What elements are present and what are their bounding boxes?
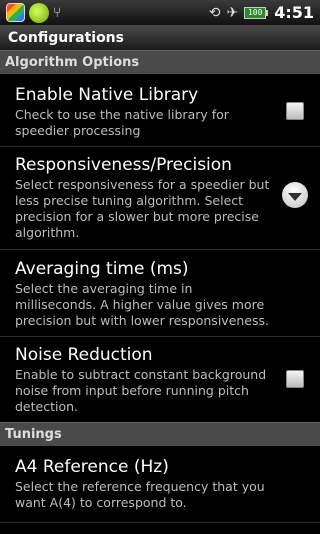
usb-icon: ⑂ <box>53 4 62 21</box>
battery-level: 100 <box>244 6 267 19</box>
green-app-icon <box>29 2 49 23</box>
airplane-icon: ✈ <box>226 4 239 21</box>
pref-summary: Select the reference frequency that you … <box>15 479 265 510</box>
pref-noise-reduction[interactable]: Noise Reduction Enable to subtract const… <box>0 344 320 415</box>
pref-summary: Enable to subtract constant background n… <box>15 367 267 414</box>
status-bar: ⑂ ⟲ ✈ 100 4:51 <box>0 0 320 25</box>
responsiveness-dropdown-button[interactable] <box>282 182 308 208</box>
chevron-down-icon <box>288 192 302 201</box>
pref-enable-native-library[interactable]: Enable Native Library Check to use the n… <box>0 84 320 139</box>
pref-averaging-time[interactable]: Averaging time (ms) Select the averaging… <box>0 258 320 329</box>
noise-reduction-checkbox[interactable] <box>286 370 304 388</box>
pref-title: Noise Reduction <box>15 345 153 365</box>
pref-summary: Select the averaging time in millisecond… <box>15 281 269 328</box>
pref-title: Enable Native Library <box>15 85 199 105</box>
page-title: Configurations <box>8 29 124 46</box>
pref-summary: Check to use the native library for spee… <box>15 107 229 138</box>
pref-title: Responsiveness/Precision <box>15 155 232 175</box>
pref-responsiveness-precision[interactable]: Responsiveness/Precision Select responsi… <box>0 154 320 241</box>
rotate-icon: ⟲ <box>208 4 221 21</box>
title-bar: Configurations <box>0 25 320 50</box>
pref-title: Averaging time (ms) <box>15 259 189 279</box>
battery-icon: 100 <box>244 6 269 19</box>
native-library-checkbox[interactable] <box>286 102 304 120</box>
clock: 4:51 <box>274 3 314 22</box>
pref-title: A4 Reference (Hz) <box>15 457 169 477</box>
section-header-algorithm: Algorithm Options <box>0 50 320 74</box>
section-title: Algorithm Options <box>5 55 140 70</box>
section-header-tunings: Tunings <box>0 422 320 446</box>
pref-a4-reference[interactable]: A4 Reference (Hz) Select the reference f… <box>0 456 320 511</box>
section-title: Tunings <box>5 427 62 442</box>
pref-summary: Select responsiveness for a speedier but… <box>15 177 270 240</box>
colorful-app-icon <box>6 3 25 22</box>
